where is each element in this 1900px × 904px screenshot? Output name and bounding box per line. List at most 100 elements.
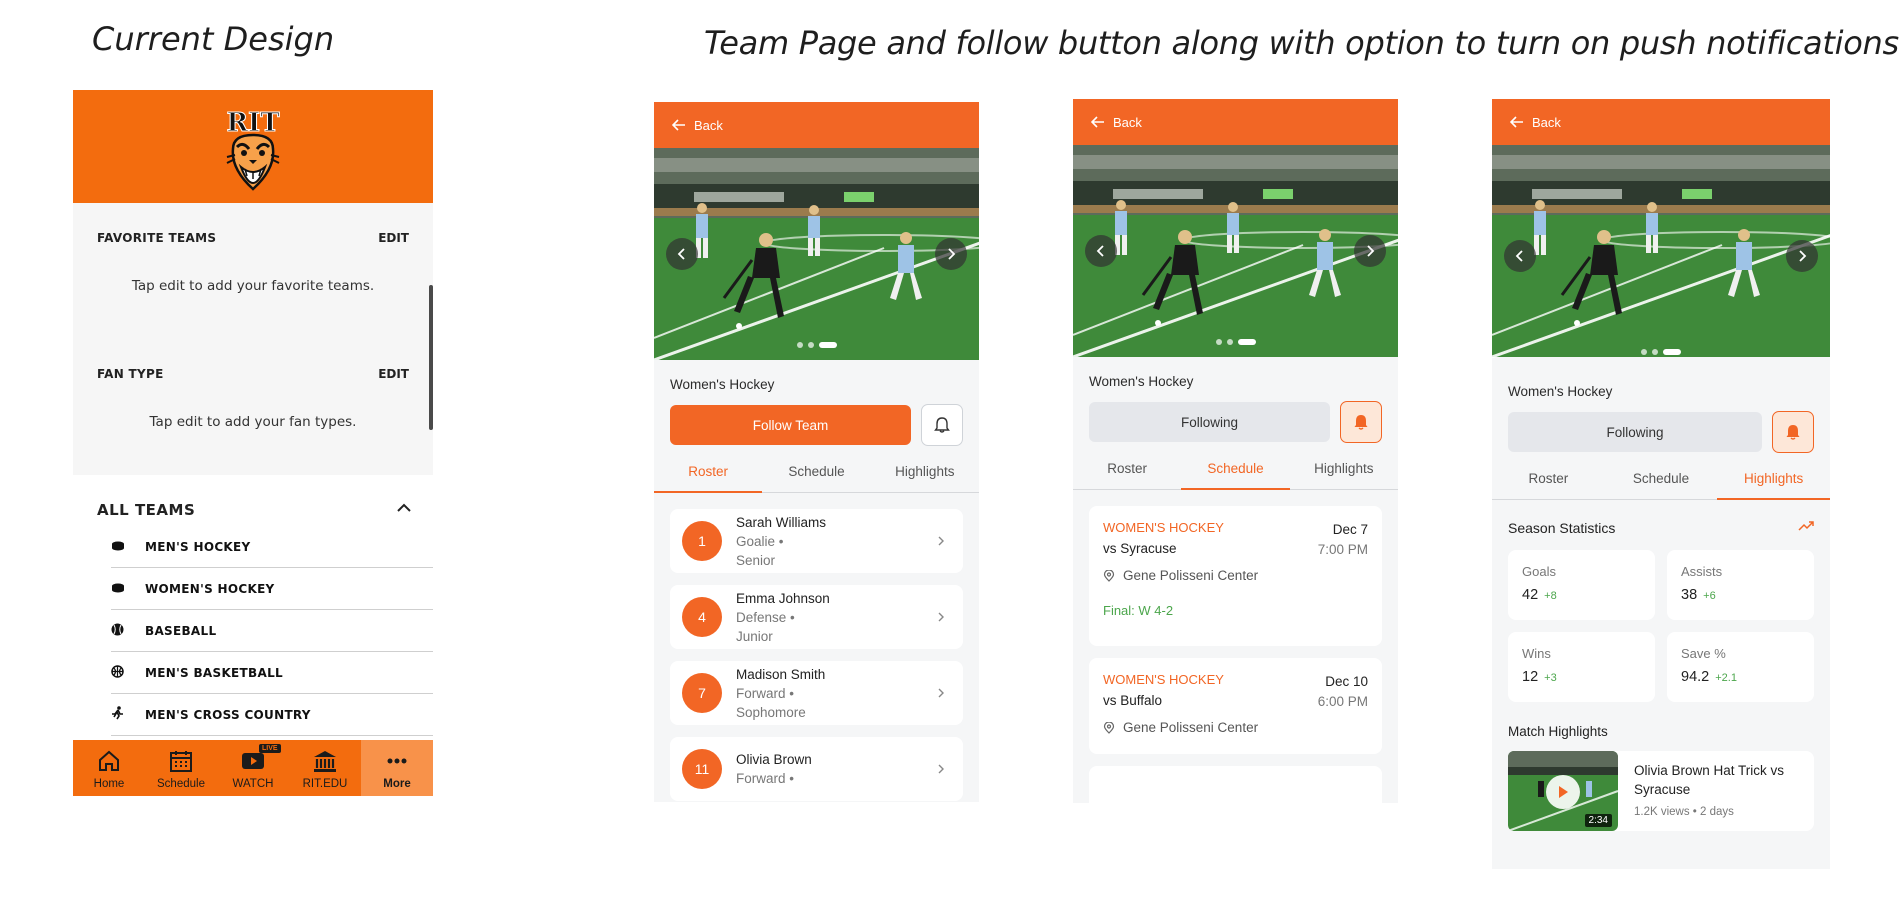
game-card[interactable] [1089, 766, 1382, 803]
game-card[interactable]: WOMEN'S HOCKEY vs Syracuse Dec 7 7:00 PM … [1089, 506, 1382, 646]
team-label: BASEBALL [145, 623, 217, 638]
chevron-right-icon [1799, 250, 1807, 262]
tab-highlights[interactable]: Highlights [871, 464, 979, 492]
stat-label: Assists [1681, 564, 1723, 579]
tab-roster[interactable]: Roster [654, 464, 763, 493]
stat-value: 38 [1681, 587, 1698, 603]
team-name: Women's Hockey [1089, 374, 1194, 389]
carousel-prev-button[interactable] [666, 238, 698, 270]
jersey-number: 1 [682, 521, 722, 561]
hero-carousel[interactable] [654, 148, 979, 360]
back-header[interactable]: Back [654, 102, 979, 148]
tab-highlights[interactable]: Highlights [1717, 471, 1830, 500]
stat-card-wins: Wins 12 +3 [1508, 632, 1655, 702]
tab-roster[interactable]: Roster [1492, 471, 1605, 499]
game-venue: Gene Polisseni Center [1123, 720, 1259, 735]
chevron-right-icon [938, 536, 944, 546]
tab-schedule[interactable]: Schedule [762, 464, 870, 492]
bottom-tab-bar: Home Schedule LIVE WATCH RIT.EDU More [73, 740, 433, 796]
stat-delta: +8 [1544, 590, 1557, 602]
hero-carousel[interactable] [1492, 145, 1830, 367]
team-row-womens-hockey[interactable]: WOMEN'S HOCKEY [111, 568, 433, 610]
following-button[interactable]: Following [1508, 412, 1762, 452]
play-button[interactable] [1546, 775, 1580, 809]
svg-text:RIT: RIT [226, 108, 280, 138]
team-label: MEN'S HOCKEY [145, 539, 251, 554]
stat-label: Save % [1681, 646, 1726, 661]
hero-carousel[interactable] [1073, 145, 1398, 357]
tab-highlights[interactable]: Highlights [1290, 461, 1398, 489]
team-page-highlights-screen: Back Women's Hockey Following Roster Sch… [1492, 99, 1830, 869]
player-name: Emma Johnson [736, 590, 830, 606]
bell-icon [934, 417, 950, 433]
hockey-action-photo [1073, 145, 1398, 357]
all-teams-title: ALL TEAMS [97, 501, 196, 519]
roster-item[interactable]: 11 Olivia Brown Forward • [670, 737, 963, 801]
favorite-teams-edit-button[interactable]: EDIT [378, 231, 409, 245]
notification-bell-button[interactable] [1772, 411, 1814, 453]
carousel-next-button[interactable] [935, 238, 967, 270]
carousel-prev-button[interactable] [1085, 235, 1117, 267]
tab-rit-edu[interactable]: RIT.EDU [289, 740, 361, 796]
carousel-dots[interactable] [1492, 349, 1830, 355]
roster-item[interactable]: 7 Madison Smith Forward • Sophomore [670, 661, 963, 725]
stat-card-save-pct: Save % 94.2 +2.1 [1667, 632, 1814, 702]
team-row-mens-basketball[interactable]: MEN'S BASKETBALL [111, 652, 433, 694]
stat-delta: +2.1 [1715, 672, 1737, 684]
notification-bell-button[interactable] [1340, 401, 1382, 443]
trending-up-icon [1798, 521, 1814, 531]
carousel-next-button[interactable] [1354, 235, 1386, 267]
game-date: Dec 10 [1325, 674, 1368, 689]
tab-label: Home [93, 778, 125, 790]
team-row-mens-hockey[interactable]: MEN'S HOCKEY [111, 526, 433, 568]
carousel-next-button[interactable] [1786, 240, 1818, 272]
back-header[interactable]: Back [1073, 99, 1398, 145]
team-page-roster-screen: Back Women's Hockey Follow Team Roster S… [654, 102, 979, 802]
tab-label: RIT.EDU [302, 778, 348, 790]
tab-schedule[interactable]: Schedule [1605, 471, 1718, 499]
fan-type-section: FAN TYPE EDIT Tap edit to add your fan t… [73, 339, 433, 475]
follow-team-button[interactable]: Follow Team [670, 405, 911, 445]
bell-filled-icon [1786, 425, 1800, 440]
notification-bell-button[interactable] [921, 404, 963, 446]
back-button[interactable]: Back [1532, 115, 1561, 130]
tab-more[interactable]: More [361, 740, 433, 796]
team-row-mens-cross-country[interactable]: MEN'S CROSS COUNTRY [111, 694, 433, 736]
stat-value: 42 [1522, 587, 1539, 603]
scrollbar[interactable] [429, 285, 433, 430]
highlight-meta: 1.2K views • 2 days [1634, 806, 1734, 818]
chevron-up-icon[interactable] [393, 497, 415, 519]
baseball-icon [111, 623, 135, 639]
chevron-right-icon [938, 688, 944, 698]
tab-roster[interactable]: Roster [1073, 461, 1181, 489]
favorite-teams-title: FAVORITE TEAMS [97, 231, 217, 245]
chevron-right-icon [938, 764, 944, 774]
carousel-dots[interactable] [1073, 339, 1398, 345]
fan-type-edit-button[interactable]: EDIT [378, 367, 409, 381]
arrow-left-icon [672, 119, 685, 131]
chevron-left-icon [677, 248, 685, 260]
tab-schedule[interactable]: Schedule [1181, 461, 1290, 490]
highlight-thumbnail[interactable]: 2:34 [1508, 751, 1618, 831]
home-icon [99, 750, 119, 771]
more-icon [387, 758, 407, 764]
rit-tiger-logo: RIT [226, 107, 281, 191]
carousel-prev-button[interactable] [1504, 240, 1536, 272]
back-header[interactable]: Back [1492, 99, 1830, 145]
tab-home[interactable]: Home [73, 740, 145, 796]
location-pin-icon [1103, 721, 1115, 734]
highlight-video-card[interactable]: 2:34 Olivia Brown Hat Trick vs Syracuse … [1508, 751, 1814, 831]
chevron-right-icon [948, 248, 956, 260]
game-card[interactable]: WOMEN'S HOCKEY vs Buffalo Dec 10 6:00 PM … [1089, 658, 1382, 754]
back-button[interactable]: Back [1113, 115, 1142, 130]
roster-item[interactable]: 4 Emma Johnson Defense • Junior [670, 585, 963, 649]
following-button[interactable]: Following [1089, 402, 1330, 442]
roster-item[interactable]: 1 Sarah Williams Goalie • Senior [670, 509, 963, 573]
back-button[interactable]: Back [694, 118, 723, 133]
carousel-dots[interactable] [654, 342, 979, 348]
tab-watch[interactable]: LIVE WATCH [217, 740, 289, 796]
tab-schedule[interactable]: Schedule [145, 740, 217, 796]
stat-value: 94.2 [1681, 669, 1710, 685]
team-row-baseball[interactable]: BASEBALL [111, 610, 433, 652]
jersey-number: 7 [682, 673, 722, 713]
